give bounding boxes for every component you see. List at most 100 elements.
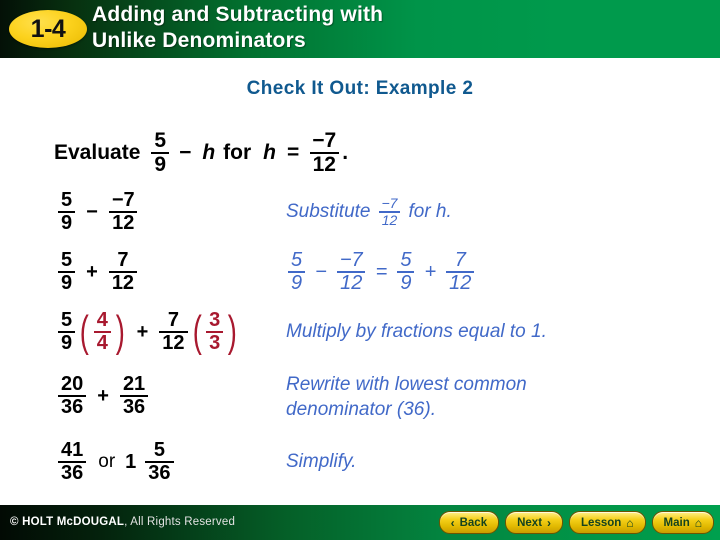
denominator: 36: [58, 395, 87, 418]
next-button[interactable]: Next ›: [505, 511, 564, 534]
denominator: 12: [378, 211, 401, 228]
denominator: 12: [108, 271, 138, 294]
step-explanation-5: Simplify.: [286, 451, 357, 472]
work-row: 5 9 − −7 12 Substitute −7 12 for h.: [0, 184, 720, 240]
multiplier-group-2: ( 3 3 ): [190, 310, 240, 354]
answer-mixed-fraction: 5 36: [143, 440, 175, 484]
page-title-line1: Adding and Subtracting with: [92, 3, 384, 26]
operator: −: [86, 200, 98, 223]
numerator: 5: [291, 249, 303, 272]
answer-improper-fraction: 41 36: [56, 440, 88, 484]
or-word: or: [98, 451, 116, 472]
fraction-1: 5 9: [56, 190, 77, 234]
copyright-brand: © HOLT McDOUGAL: [10, 516, 125, 528]
numerator: 7: [454, 249, 466, 272]
step-expression-2: 5 9 + 7 12: [56, 244, 139, 300]
step-expression-4: 20 36 + 21 36: [56, 368, 150, 424]
work-row: 41 36 or 1 5 36 Simplify.: [0, 434, 720, 490]
eq-fraction-c: 5 9: [395, 250, 416, 294]
denominator: 12: [337, 271, 366, 294]
page-title: Adding and Subtracting with Unlike Denom…: [92, 2, 692, 54]
work-row: 5 9 ( 4 4 ) + 7 12 ( 3 3) Multiply by f…: [0, 304, 720, 360]
lesson-number-text: 1-4: [30, 14, 66, 43]
numerator: 5: [61, 309, 73, 332]
denominator: 9: [58, 211, 76, 234]
eq-fraction-d: 7 12: [444, 250, 476, 294]
numerator: −7: [111, 189, 135, 212]
navigation-buttons: ‹ Back Next › Lesson ⌂ Main ⌂: [438, 511, 714, 534]
fraction-2: −7 12: [107, 190, 140, 234]
copyright-text: © HOLT McDOUGAL, All Rights Reserved: [10, 516, 235, 528]
numerator: 7: [167, 309, 179, 332]
chevron-left-icon: ‹: [450, 515, 455, 530]
multiplier-fraction-1: 4 4: [92, 310, 113, 354]
denominator: 9: [58, 271, 76, 294]
step-expression-3: 5 9 ( 4 4 ) + 7 12 ( 3 3): [56, 304, 240, 360]
denominator: 36: [119, 395, 149, 418]
fraction-2: 21 36: [118, 374, 150, 418]
minus-operator: −: [179, 140, 192, 164]
step-expression-5: 41 36 or 1 5 36: [56, 434, 176, 490]
home-icon: ⌂: [694, 515, 702, 530]
denominator: 12: [309, 151, 339, 176]
numerator: 5: [154, 129, 167, 152]
operator: +: [86, 260, 98, 283]
equals-operator: =: [287, 140, 300, 164]
explanation-equation: 5 9 − −7 12 = 5 9 + 7 12: [286, 250, 476, 294]
denominator: 9: [151, 151, 170, 176]
main-button-label: Main: [663, 516, 690, 529]
main-button[interactable]: Main ⌂: [651, 511, 714, 534]
explanation-line-2: denominator (36).: [286, 399, 436, 420]
step-explanation-3: Multiply by fractions equal to 1.: [286, 321, 547, 342]
whole-number: 1: [125, 450, 137, 473]
multiplier-group-1: ( 4 4 ): [77, 310, 127, 354]
denominator: 3: [206, 331, 224, 354]
step-explanation-1: Substitute −7 12 for h.: [286, 184, 452, 240]
evaluate-statement: Evaluate 5 9 − h for h = −7 12 .: [54, 130, 348, 176]
right-paren-icon: ): [228, 307, 238, 357]
back-button[interactable]: ‹ Back: [438, 511, 500, 534]
right-paren-icon: ): [115, 307, 125, 357]
numerator: 5: [61, 249, 73, 272]
fraction-1: 5 9: [56, 250, 77, 294]
period: .: [342, 140, 349, 164]
eq-operator-1: −: [315, 260, 327, 283]
slide-body: Check It Out: Example 2 Evaluate 5 9 − h…: [0, 58, 720, 505]
next-button-label: Next: [517, 516, 543, 529]
numerator: 3: [209, 309, 221, 332]
numerator: −7: [339, 249, 363, 272]
lesson-button-label: Lesson: [581, 516, 622, 529]
variable-h: h: [202, 140, 216, 164]
back-button-label: Back: [459, 516, 488, 529]
evaluate-word: Evaluate: [54, 140, 141, 164]
denominator: 12: [446, 271, 475, 294]
copyright-rights: , All Rights Reserved: [124, 516, 236, 528]
explanation-line-1: Rewrite with lowest common: [286, 374, 527, 395]
numerator: 7: [117, 249, 129, 272]
evaluate-fraction-5-9: 5 9: [149, 130, 171, 176]
lesson-button[interactable]: Lesson ⌂: [569, 511, 646, 534]
chevron-right-icon: ›: [547, 515, 552, 530]
multiplier-fraction-2: 3 3: [204, 310, 225, 354]
step-explanation-4: Rewrite with lowest common denominator (…: [286, 368, 686, 428]
denominator: 9: [288, 271, 306, 294]
slide-footer: © HOLT McDOUGAL, All Rights Reserved ‹ B…: [0, 505, 720, 540]
numerator: 5: [61, 189, 73, 212]
step-expression-1: 5 9 − −7 12: [56, 184, 140, 240]
work-row: 5 9 + 7 12 5 9 − −7 12 = 5 9 + 7 12: [0, 244, 720, 300]
numerator: −7: [312, 129, 337, 152]
fraction-1: 5 9: [56, 310, 77, 354]
denominator: 36: [58, 461, 87, 484]
denominator: 12: [159, 331, 188, 354]
page-title-line2: Unlike Denominators: [92, 29, 306, 52]
example-heading: Check It Out: Example 2: [246, 78, 474, 99]
numerator: 21: [122, 373, 146, 396]
numerator: 5: [153, 439, 165, 462]
numerator: 20: [61, 373, 84, 396]
eq-fraction-a: 5 9: [286, 250, 307, 294]
explanation-fraction: −7 12: [377, 196, 403, 227]
denominator: 9: [397, 271, 415, 294]
for-word: for: [223, 140, 252, 164]
evaluate-fraction-neg7-12: −7 12: [307, 130, 341, 176]
denominator: 9: [58, 331, 76, 354]
